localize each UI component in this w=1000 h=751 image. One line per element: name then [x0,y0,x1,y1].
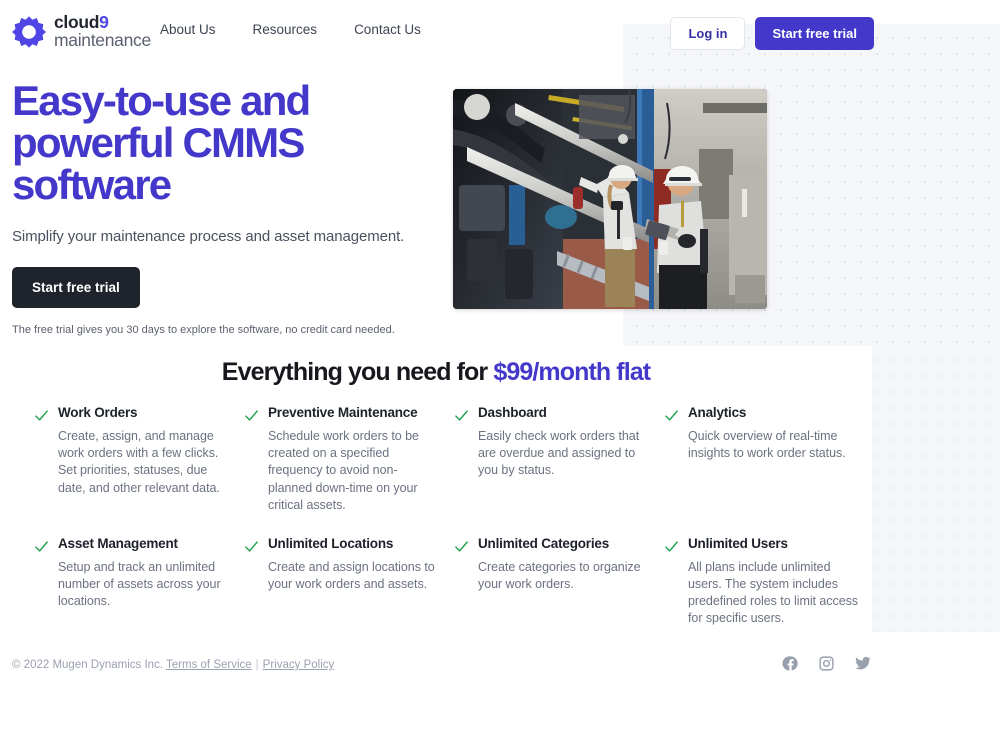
landing-page: cloud9 maintenance About Us Resources Co… [0,0,1000,751]
instagram-icon [819,656,834,671]
logo[interactable]: cloud9 maintenance [12,13,151,50]
feature-item-work-orders: Work Orders Create, assign, and manage w… [34,405,244,514]
hero-trial-note: The free trial gives you 30 days to expl… [12,324,395,336]
feature-item-unlimited-categories: Unlimited Categories Create categories t… [454,536,664,628]
features-heading-price: $99/month flat [493,358,651,386]
hero-image [453,89,767,309]
footer-legal: © 2022 Mugen Dynamics Inc. Terms of Serv… [12,659,334,671]
check-icon [35,541,48,552]
login-button[interactable]: Log in [670,17,746,50]
facebook-icon [782,656,798,671]
feature-description: Setup and track an unlimited number of a… [58,560,221,609]
nav-item-about-us[interactable]: About Us [160,22,216,37]
features-heading: Everything you need for $99/month flat [0,358,872,387]
privacy-policy-link[interactable]: Privacy Policy [263,659,335,671]
twitter-link[interactable] [854,655,872,672]
check-icon [35,410,48,421]
hero-subtitle: Simplify your maintenance process and as… [12,228,405,245]
logo-name-line2: maintenance [54,29,151,50]
nav-item-resources[interactable]: Resources [253,22,318,37]
logo-text: cloud9 maintenance [54,13,151,50]
feature-item-analytics: Analytics Quick overview of real-time in… [664,405,874,514]
feature-description: Create, assign, and manage work orders w… [58,429,220,495]
nav-item-contact-us[interactable]: Contact Us [354,22,421,37]
footer-white-overlay [0,632,1000,751]
feature-title: Unlimited Locations [268,535,394,551]
header-auth-actions: Log in Start free trial [670,17,874,50]
feature-title: Analytics [688,405,747,420]
feature-title: Dashboard [478,405,547,420]
site-header: cloud9 maintenance About Us Resources Co… [0,0,1000,64]
social-links [782,655,872,672]
feature-title: Unlimited Categories [478,535,610,551]
start-free-trial-button-hero[interactable]: Start free trial [12,267,140,308]
check-icon [455,410,468,421]
twitter-icon [855,656,871,670]
feature-description: Create and assign locations to your work… [268,560,435,592]
terms-of-service-link[interactable]: Terms of Service [166,659,252,671]
feature-description: Easily check work orders that are overdu… [478,429,640,478]
check-icon [455,541,468,552]
footer-separator: | [255,659,259,671]
gear-icon [12,16,46,48]
check-icon [665,410,678,421]
check-icon [245,410,258,421]
facebook-link[interactable] [782,655,799,672]
feature-title: Preventive Maintenance [268,405,418,420]
feature-title: Unlimited Users [688,535,788,551]
instagram-link[interactable] [818,655,835,672]
feature-item-preventive-maintenance: Preventive Maintenance Schedule work ord… [244,405,454,514]
feature-item-unlimited-users: Unlimited Users All plans include unlimi… [664,536,874,628]
feature-title: Asset Management [58,535,178,551]
feature-description: All plans include unlimited users. The s… [688,560,859,626]
start-free-trial-button-header[interactable]: Start free trial [755,17,874,50]
copyright-text: © 2022 Mugen Dynamics Inc. [12,659,164,671]
main-navigation: About Us Resources Contact Us [160,22,421,37]
feature-item-dashboard: Dashboard Easily check work orders that … [454,405,664,514]
hero-photo-illustration [453,89,767,309]
feature-item-unlimited-locations: Unlimited Locations Create and assign lo… [244,536,454,628]
features-heading-prefix: Everything you need for [221,358,494,386]
feature-item-asset-management: Asset Management Setup and track an unli… [34,536,244,628]
feature-description: Quick overview of real-time insights to … [688,429,846,461]
hero-section: Easy-to-use and powerful CMMS software S… [12,80,432,336]
check-icon [245,541,258,552]
feature-description: Schedule work orders to be created on a … [268,429,419,512]
check-icon [665,541,678,552]
features-grid: Work Orders Create, assign, and manage w… [34,405,874,628]
feature-title: Work Orders [58,405,138,420]
feature-description: Create categories to organize your work … [478,560,641,592]
hero-title: Easy-to-use and powerful CMMS software [12,77,311,208]
